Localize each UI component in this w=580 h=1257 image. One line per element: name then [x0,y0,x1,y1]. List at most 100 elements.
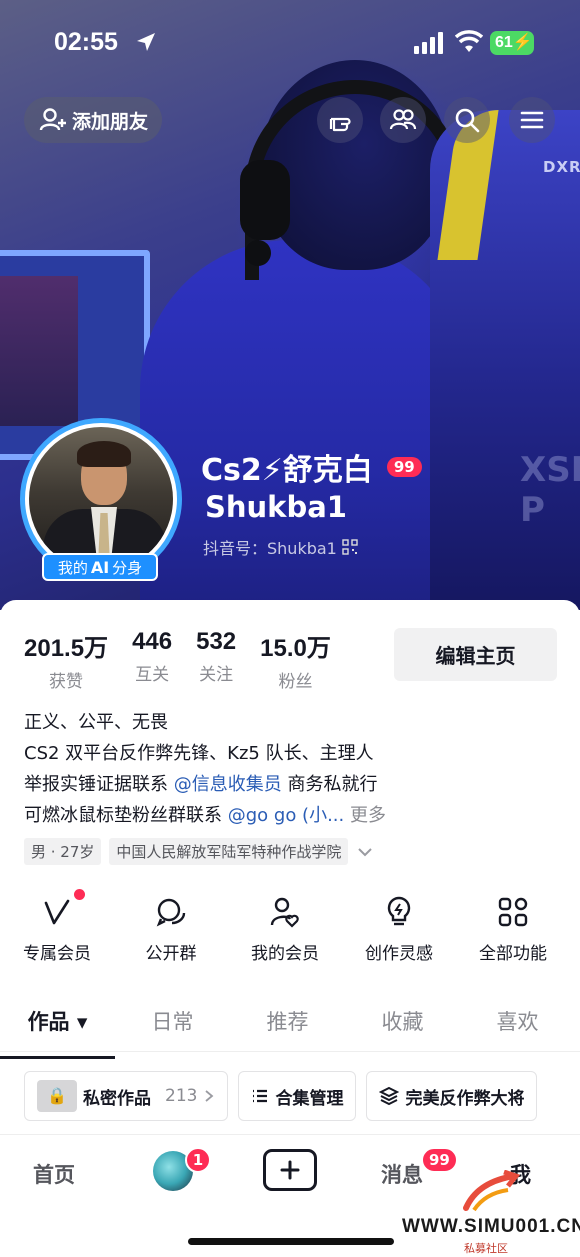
list-icon [253,1089,268,1103]
tab-likes[interactable]: 喜欢 [460,1000,575,1051]
fan-level-badge[interactable]: 99 [386,457,422,477]
school-tag[interactable]: 中国人民解放军陆军特种作战学院 [109,838,349,865]
stat-label: 关注 [199,665,234,685]
stat-mutual[interactable]: 446 互关 [132,628,172,692]
feature-exclusive-member[interactable]: 专属会员 [0,889,114,964]
headset-earcup [240,160,290,240]
add-friend-label: 添加朋友 [72,110,149,133]
location-arrow-icon [137,33,155,51]
ai-badge-prefix: 我的 [57,558,88,577]
friends-icon [389,109,417,130]
feature-public-group[interactable]: 公开群 [114,895,228,964]
nav-home[interactable]: 首页 [33,1159,75,1189]
feature-my-members[interactable]: 我的会员 [228,895,342,964]
private-works-count: 213 [165,1086,198,1106]
chevron-down-icon[interactable] [356,843,374,861]
edit-profile-button[interactable]: 编辑主页 [394,628,557,681]
stat-followers[interactable]: 15.0万 粉丝 [260,628,331,692]
watermark-sub: 私募社区 [464,1242,508,1255]
bio-line: 举报实锤证据联系 @信息收集员 商务私就行 [24,774,378,795]
profile-name-row: Cs2⚡舒克白 99 [201,445,422,489]
grid-icon [498,897,528,927]
feature-label: 我的会员 [251,944,319,964]
douyin-id: 抖音号：Shukba1 [203,539,337,558]
stat-value: 532 [196,628,237,655]
v-member-icon [44,899,70,925]
douyin-id-row[interactable]: 抖音号：Shukba1 [203,535,358,559]
mention-link[interactable]: @信息收集员 [174,774,282,795]
bio-line: CS2 双平台反作弊先锋、Kz5 队长、主理人 [24,743,374,764]
feature-creative-inspiration[interactable]: 创作灵感 [342,895,456,964]
feature-label: 创作灵感 [365,944,433,964]
menu-button[interactable] [509,97,555,143]
watermark: WWW.SIMU001.CN 私募社区 [402,1170,580,1256]
feature-label: 全部功能 [479,944,547,964]
feature-label: 专属会员 [23,944,91,964]
profile-subname: Shukba1 [205,490,347,524]
battery-level: 61 [495,34,513,51]
stat-value: 15.0万 [260,635,331,662]
chair-text: XSE P [520,450,580,530]
collection-manage-chip[interactable]: 合集管理 [238,1071,357,1121]
tab-recommend[interactable]: 推荐 [230,1000,345,1051]
status-bar: 02:55 61⚡ [0,0,580,90]
bio-line: 正义、公平、无畏 [24,712,168,733]
lightbulb-icon [387,896,411,926]
feature-all-functions[interactable]: 全部功能 [456,895,570,964]
bio-line: 可燃冰鼠标垫粉丝群联系 @go go (小... 更多 [24,805,386,826]
ai-avatar-badge[interactable]: 我的 AI 分身 [42,553,158,581]
stack-icon [379,1086,400,1106]
stat-value: 446 [132,628,173,655]
qr-code-icon [342,539,358,555]
chip-label: 私密作品 [83,1088,151,1109]
stat-label: 粉丝 [278,672,313,692]
stat-label: 获赞 [49,672,84,692]
chevron-right-icon [205,1090,214,1102]
headset-mic [245,240,271,266]
tab-works[interactable]: 作品 ▾ [0,1000,115,1059]
tab-favorites[interactable]: 收藏 [345,1000,460,1051]
friends-button[interactable] [380,97,426,143]
feature-row: 专属会员 公开群 我的会员 创作灵感 全部功能 [0,889,580,964]
wifi-icon [455,30,483,52]
collection-anticheat-chip[interactable]: 完美反作弊大将 [366,1071,538,1121]
mention-link[interactable]: @go go (小... [228,805,345,826]
search-button[interactable] [444,97,490,143]
chip-label: 合集管理 [275,1088,344,1109]
ai-badge-suffix: 分身 [112,558,143,577]
plus-icon [280,1160,300,1180]
status-time: 02:55 [54,28,118,56]
lock-icon [37,1080,77,1112]
chair-logo: DXR [543,158,580,176]
user-heart-icon [270,897,299,928]
content-tabs: 作品 ▾ 日常 推荐 收藏 喜欢 [0,1000,580,1059]
watermark-site: WWW.SIMU001.CN [402,1216,580,1237]
pointing-hand-icon [329,117,351,132]
feature-label: 公开群 [145,944,197,964]
profile-tags: 男 · 27岁 中国人民解放军陆军特种作战学院 [24,838,374,865]
stats-row: 201.5万 获赞 446 互关 532 关注 15.0万 粉丝 [24,628,355,692]
works-filter-chips: 私密作品 213 合集管理 完美反作弊大将 [24,1071,538,1121]
add-user-icon [39,108,66,131]
stat-label: 互关 [135,665,170,685]
ai-badge-ai: AI [90,557,110,577]
watermark-logo [463,1170,520,1212]
stat-likes[interactable]: 201.5万 获赞 [24,628,108,692]
notification-dot [74,889,85,900]
private-works-chip[interactable]: 私密作品 213 [24,1071,229,1121]
tab-daily[interactable]: 日常 [115,1000,230,1051]
create-post-button[interactable] [263,1149,317,1191]
chat-group-icon [156,898,186,927]
poke-button[interactable] [317,97,363,143]
stat-following[interactable]: 532 关注 [196,628,236,692]
stat-value: 201.5万 [24,635,109,662]
bio: 正义、公平、无畏 CS2 双平台反作弊先锋、Kz5 队长、主理人 举报实锤证据联… [24,707,386,831]
hamburger-menu-icon [520,111,544,129]
avatar-photo [29,427,173,571]
gender-age-tag: 男 · 27岁 [24,838,102,865]
profile-name: Cs2⚡舒克白 [201,453,373,488]
chip-label: 完美反作弊大将 [405,1088,525,1109]
search-icon [455,108,480,133]
add-friend-button[interactable]: 添加朋友 [24,97,162,143]
bio-more-button[interactable]: 更多 [344,805,386,826]
